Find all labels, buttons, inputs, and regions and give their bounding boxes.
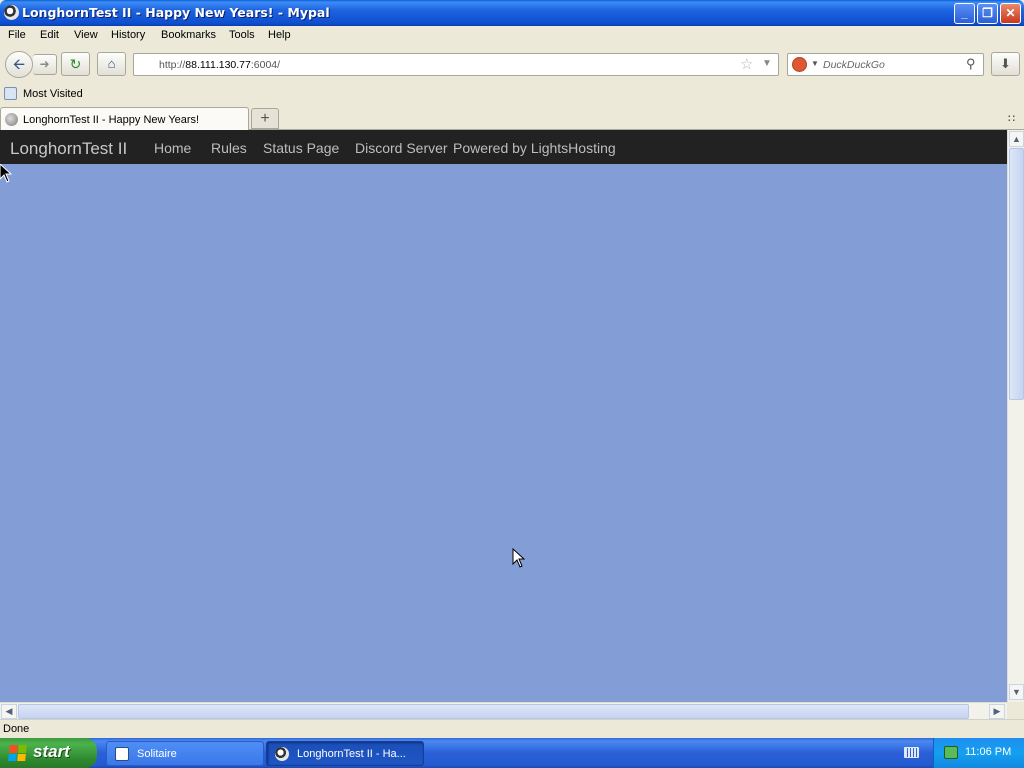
magnifier-icon[interactable]: ⚲ <box>966 56 976 72</box>
taskbar-item-solitaire[interactable]: Solitaire <box>106 741 264 766</box>
app-icon[interactable] <box>4 5 19 20</box>
tab-label: LonghornTest II - Happy New Years! <box>23 114 200 126</box>
tab-bar: LonghornTest II - Happy New Years! + ∷ <box>0 105 1024 131</box>
search-engine-dropdown-icon[interactable]: ▼ <box>811 59 819 68</box>
menu-bookmarks[interactable]: Bookmarks <box>161 29 216 41</box>
menu-edit[interactable]: Edit <box>40 29 59 41</box>
download-button[interactable]: ⬇ <box>991 52 1020 76</box>
plus-icon: + <box>260 110 270 127</box>
keyboard-icon[interactable] <box>904 747 919 758</box>
menu-help[interactable]: Help <box>268 29 291 41</box>
forward-button[interactable]: ➜ <box>33 54 57 75</box>
duckduckgo-icon[interactable] <box>792 57 807 72</box>
horizontal-scroll-thumb[interactable] <box>18 704 969 719</box>
bookmarks-toolbar: Most Visited <box>0 84 1024 105</box>
tab-list-icon[interactable]: ∷ <box>1008 112 1015 125</box>
download-icon: ⬇ <box>1000 56 1011 71</box>
window-title: LonghornTest II - Happy New Years! - Myp… <box>22 5 330 20</box>
reload-icon: ↻ <box>69 56 82 72</box>
clock[interactable]: 11:06 PM <box>965 746 1011 758</box>
vertical-scroll-thumb[interactable] <box>1009 148 1024 400</box>
start-button[interactable]: start <box>0 738 97 768</box>
home-icon: ⌂ <box>107 56 116 71</box>
back-arrow-icon: 🡨 <box>12 56 26 73</box>
url-text[interactable]: http://88.111.130.77:6004/ <box>159 59 280 71</box>
site-brand[interactable]: LonghornTest II <box>10 139 127 159</box>
home-button[interactable]: ⌂ <box>97 52 126 76</box>
taskbar-item-label: LonghornTest II - Ha... <box>297 748 406 760</box>
app-icon <box>275 747 289 761</box>
tab-active[interactable]: LonghornTest II - Happy New Years! <box>0 107 249 131</box>
status-text: Done <box>3 723 30 735</box>
system-tray: 11:06 PM <box>933 738 1024 768</box>
nav-rules[interactable]: Rules <box>211 140 247 156</box>
bookmark-most-visited[interactable]: Most Visited <box>23 88 83 100</box>
site-navbar: LonghornTest II Home Rules Status Page D… <box>0 130 1007 164</box>
forward-arrow-icon: ➜ <box>39 57 50 71</box>
window-titlebar[interactable]: LonghornTest II - Happy New Years! - Myp… <box>0 0 1024 26</box>
url-bar[interactable]: http://88.111.130.77:6004/ ☆ ▼ <box>133 53 779 76</box>
start-label: start <box>33 742 70 761</box>
scroll-left-button[interactable]: ◀ <box>1 704 17 719</box>
close-button[interactable]: ✕ <box>1000 3 1021 24</box>
menu-file[interactable]: File <box>8 29 26 41</box>
back-button[interactable]: 🡨 <box>5 51 33 78</box>
network-icon[interactable] <box>944 746 958 759</box>
navigation-toolbar: 🡨 ➜ ↻ ⌂ http://88.111.130.77:6004/ ☆ ▼ ▼… <box>0 46 1024 84</box>
scroll-right-button[interactable]: ▶ <box>989 704 1005 719</box>
nav-powered-by[interactable]: Powered by LightsHosting <box>453 140 616 156</box>
vertical-scrollbar[interactable]: ▲ ▼ <box>1007 130 1024 702</box>
solitaire-icon <box>115 747 129 761</box>
menu-history[interactable]: History <box>111 29 145 41</box>
nav-home[interactable]: Home <box>154 140 191 156</box>
menu-view[interactable]: View <box>74 29 98 41</box>
chevron-down-icon[interactable]: ▼ <box>762 58 772 69</box>
bookmark-folder-icon <box>4 87 17 100</box>
new-tab-button[interactable]: + <box>251 108 279 129</box>
menu-bar: File Edit View History Bookmarks Tools H… <box>0 26 1024 46</box>
search-bar[interactable]: ▼ DuckDuckGo ⚲ <box>787 53 984 76</box>
scroll-down-button[interactable]: ▼ <box>1009 684 1024 700</box>
nav-discord-server[interactable]: Discord Server <box>355 140 448 156</box>
horizontal-scrollbar[interactable]: ◀ ▶ <box>0 702 1007 719</box>
star-icon[interactable]: ☆ <box>740 55 753 73</box>
scroll-up-button[interactable]: ▲ <box>1009 131 1024 147</box>
scrollbar-corner <box>1007 702 1024 719</box>
windows-flag-icon <box>8 745 27 761</box>
maximize-button[interactable]: ❐ <box>977 3 998 24</box>
taskbar-item-browser[interactable]: LonghornTest II - Ha... <box>266 741 424 766</box>
menu-tools[interactable]: Tools <box>229 29 255 41</box>
nav-status-page[interactable]: Status Page <box>263 140 339 156</box>
reload-button[interactable]: ↻ <box>61 52 90 76</box>
globe-icon <box>5 113 18 126</box>
status-bar: Done <box>0 719 1024 738</box>
taskbar-item-label: Solitaire <box>137 748 177 760</box>
taskbar: start Solitaire LonghornTest II - Ha... … <box>0 738 1024 768</box>
search-input[interactable]: DuckDuckGo <box>823 59 885 71</box>
minimize-button[interactable]: _ <box>954 3 975 24</box>
page-content: LonghornTest II Home Rules Status Page D… <box>0 130 1007 702</box>
